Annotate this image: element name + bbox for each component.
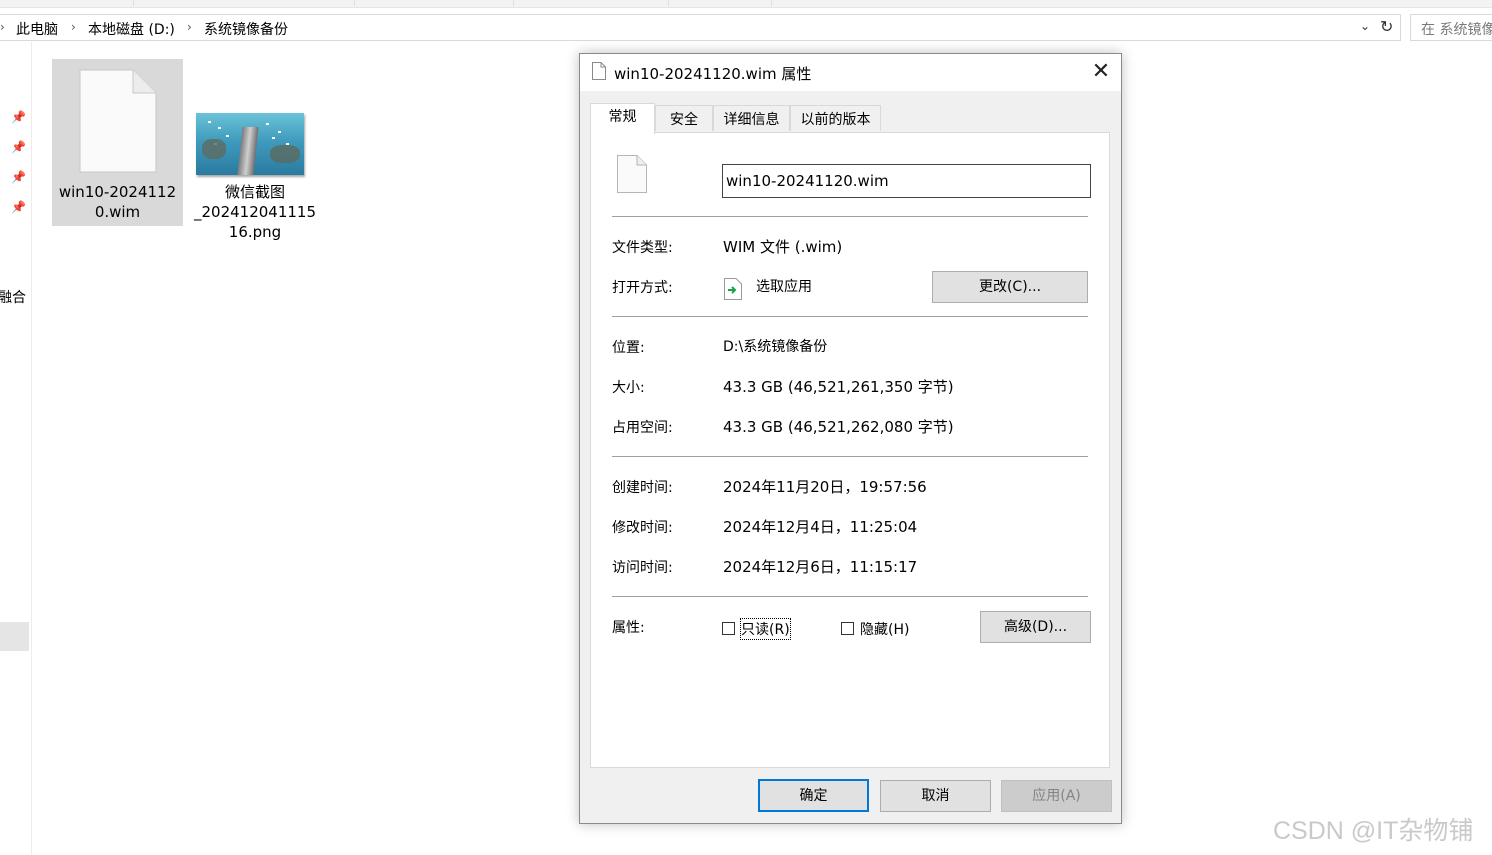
readonly-checkbox-label[interactable]: 只读(R) [740,618,791,640]
apply-button[interactable]: 应用(A) [1001,780,1112,812]
nav-item-selected[interactable] [0,622,29,651]
divider [612,216,1088,217]
file-type-value: WIM 文件 (.wim) [723,238,843,256]
advanced-button[interactable]: 高级(D)... [980,611,1091,643]
chevron-right-icon[interactable]: › [187,20,192,34]
location-value: D:\系统镜像备份 [723,339,828,355]
blank-document-icon [79,69,157,173]
divider [612,456,1088,457]
screen: › 此电脑 › 本地磁盘 (D:) › 系统镜像备份 ⌄ ↻ 在 系统镜像 📌 … [0,0,1492,855]
tab-general[interactable]: 常规 [590,103,655,134]
document-icon [592,62,606,80]
search-input[interactable]: 在 系统镜像 [1410,14,1492,41]
ribbon-strip [0,0,1492,8]
pin-icon[interactable]: 📌 [11,140,26,154]
open-with-app-icon [724,278,742,300]
file-item-wim[interactable]: win10-2024112 0.wim [52,59,183,226]
breadcrumb-this-pc[interactable]: 此电脑 [16,19,58,39]
created-label: 创建时间: [612,480,673,496]
created-value: 2024年11月20日，19:57:56 [723,478,927,496]
file-name-line: 16.png [228,223,282,241]
modified-value: 2024年12月4日，11:25:04 [723,518,918,536]
navigation-pane: 📌 📌 📌 📌 星融合 [0,42,32,855]
tab-security[interactable]: 安全 [655,105,713,131]
attributes-label: 属性: [612,620,645,636]
breadcrumb-local-disk[interactable]: 本地磁盘 (D:) [88,19,175,39]
image-thumbnail [196,113,304,175]
size-label: 大小: [612,380,645,396]
size-on-disk-value: 43.3 GB (46,521,262,080 字节) [723,418,954,436]
open-with-label: 打开方式: [612,280,673,296]
dialog-title: win10-20241120.wim 属性 [614,65,812,83]
general-panel: 文件类型: WIM 文件 (.wim) 打开方式: 选取应用 更改(C)... … [590,132,1110,768]
open-with-value: 选取应用 [756,279,812,295]
location-label: 位置: [612,340,645,356]
file-name-line: 0.wim [94,203,141,221]
properties-dialog: win10-20241120.wim 属性 ✕ 常规 安全 详细信息 以前的版本… [579,53,1122,824]
watermark: CSDN @IT杂物铺 [1273,817,1474,845]
close-icon: ✕ [1091,59,1111,84]
file-name-line: 微信截图 [224,183,285,201]
refresh-icon[interactable]: ↻ [1380,17,1393,36]
chevron-down-icon[interactable]: ⌄ [1360,19,1370,33]
tab-previous-versions[interactable]: 以前的版本 [790,105,881,131]
hidden-checkbox-label[interactable]: 隐藏(H) [860,619,909,639]
file-type-label: 文件类型: [612,240,673,256]
chevron-right-icon[interactable]: › [0,20,5,34]
pin-icon[interactable]: 📌 [11,110,26,124]
file-name-line: _202412041115 [193,203,317,221]
accessed-label: 访问时间: [612,560,673,576]
size-value: 43.3 GB (46,521,261,350 字节) [723,378,954,396]
accessed-value: 2024年12月6日，11:15:17 [723,558,918,576]
pin-icon[interactable]: 📌 [11,170,26,184]
cancel-button[interactable]: 取消 [880,780,991,812]
hidden-checkbox[interactable] [841,622,854,635]
readonly-checkbox[interactable] [722,622,735,635]
document-icon [617,155,647,193]
divider [612,316,1088,317]
divider [612,596,1088,597]
close-button[interactable]: ✕ [1085,57,1117,87]
modified-label: 修改时间: [612,520,673,536]
file-name-line: win10-2024112 [58,183,177,201]
size-on-disk-label: 占用空间: [612,420,673,436]
change-button[interactable]: 更改(C)... [932,271,1088,303]
breadcrumb-current-folder[interactable]: 系统镜像备份 [204,19,288,39]
filename-field[interactable] [722,164,1091,198]
dialog-titlebar[interactable]: win10-20241120.wim 属性 ✕ [580,54,1121,91]
chevron-right-icon[interactable]: › [71,20,76,34]
pin-icon[interactable]: 📌 [11,200,26,214]
file-item-png[interactable]: 微信截图 _202412041115 16.png [190,59,320,249]
nav-item-partial[interactable]: 星融合 [0,287,26,307]
ok-button[interactable]: 确定 [758,779,869,812]
tab-details[interactable]: 详细信息 [713,105,790,131]
search-placeholder: 在 系统镜像 [1421,22,1492,38]
address-bar[interactable]: › 此电脑 › 本地磁盘 (D:) › 系统镜像备份 ⌄ ↻ [0,14,1401,41]
